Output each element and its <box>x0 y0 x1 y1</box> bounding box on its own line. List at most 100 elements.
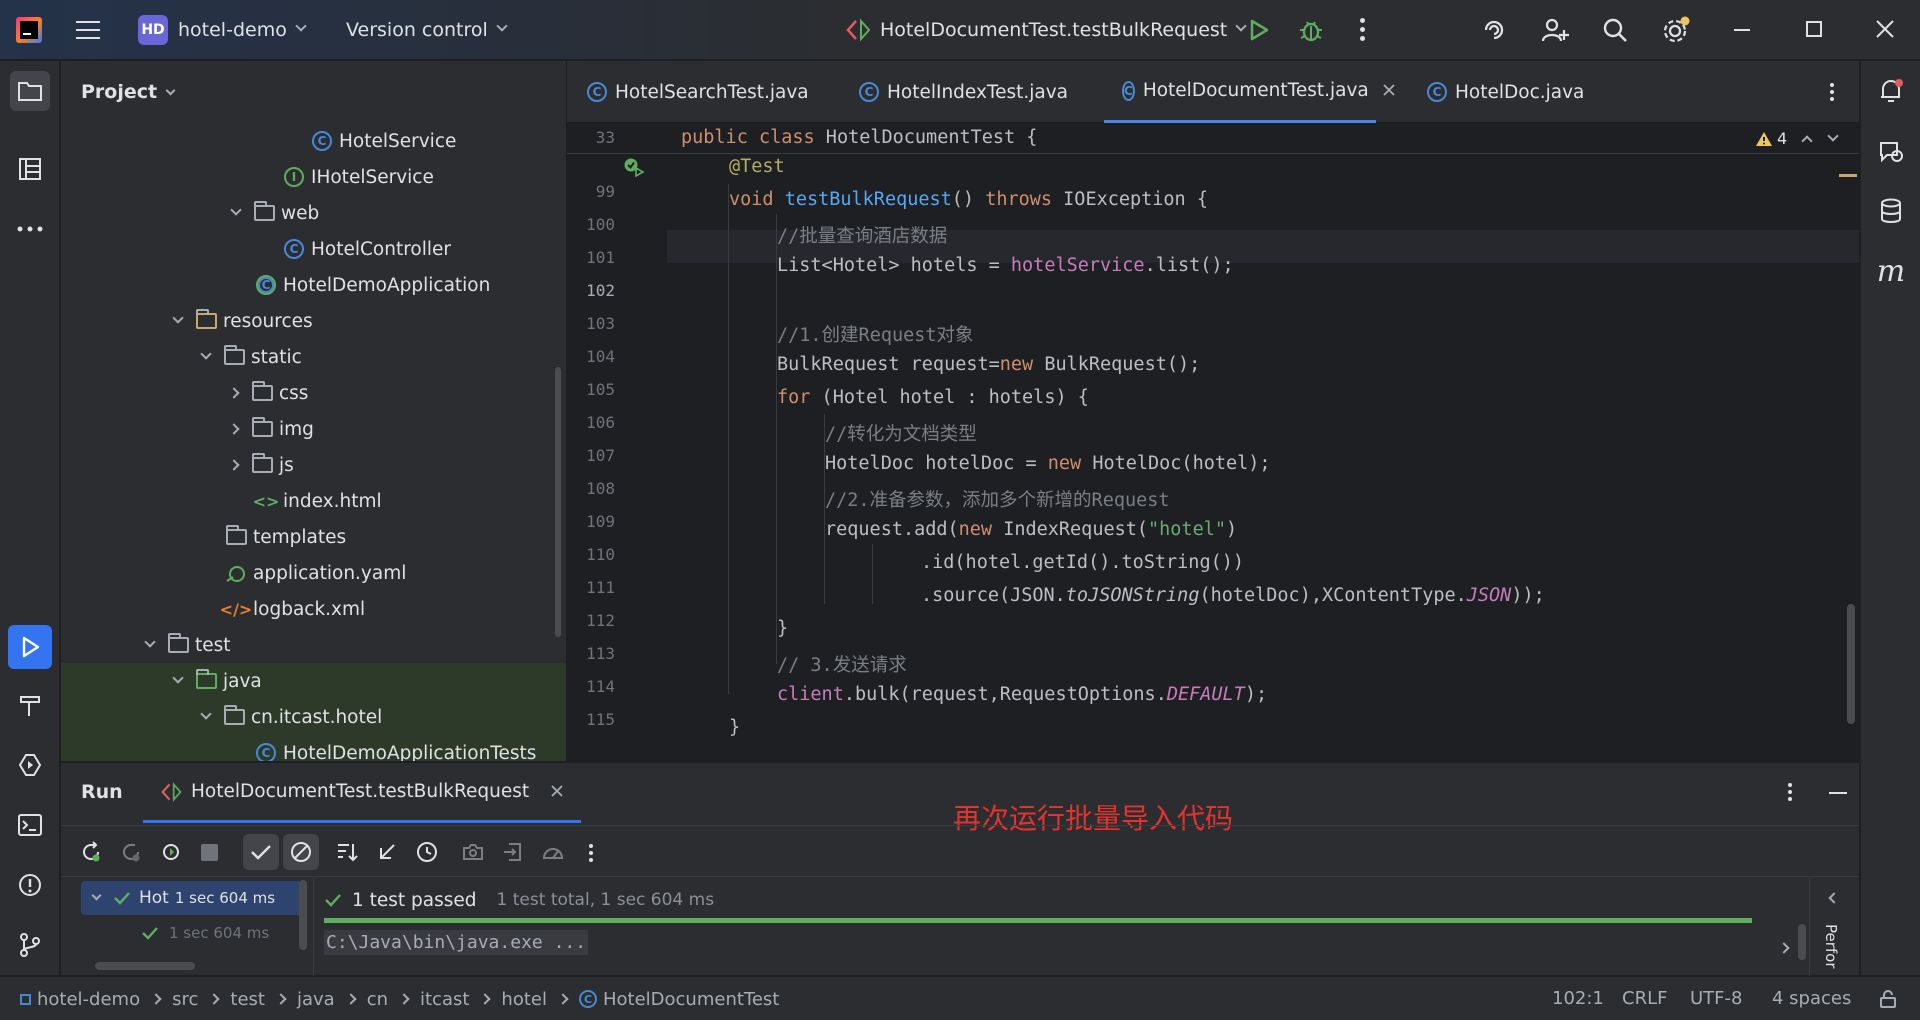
build-hammer-icon[interactable] <box>10 685 50 725</box>
main-menu-icon[interactable] <box>76 19 100 39</box>
show-passed-toggle[interactable] <box>243 834 279 870</box>
tree-item[interactable]: I IHotelService <box>283 159 434 195</box>
breadcrumb-item[interactable]: hotel-demo <box>37 989 140 1010</box>
structure-icon[interactable] <box>10 149 50 189</box>
tree-item[interactable]: img <box>223 411 314 447</box>
settings-gear-icon[interactable] <box>1660 16 1690 51</box>
tree-item[interactable]: test <box>139 627 231 663</box>
import-tests-icon[interactable] <box>375 840 399 869</box>
chevron-down-icon[interactable] <box>1827 129 1839 142</box>
tab-hotel-search-test[interactable]: C HotelSearchTest.java <box>587 61 809 123</box>
tree-item[interactable]: application.yaml <box>225 555 406 591</box>
breadcrumb-item[interactable]: HotelDocumentTest <box>603 989 779 1010</box>
sort-icon[interactable] <box>335 840 359 869</box>
history-clock-icon[interactable] <box>415 840 439 869</box>
maven-icon[interactable]: m <box>1871 251 1911 291</box>
terminal-icon[interactable] <box>10 805 50 845</box>
test-passed-gutter-icon[interactable] <box>623 156 645 183</box>
ai-chat-icon[interactable] <box>1871 131 1911 171</box>
run-tab[interactable]: HotelDocumentTest.testBulkRequest <box>143 763 582 823</box>
services-icon[interactable] <box>10 745 50 785</box>
chevron-down-icon[interactable] <box>139 636 161 649</box>
breadcrumb-item[interactable]: hotel <box>501 989 547 1010</box>
version-control-menu[interactable]: Version control <box>346 15 508 45</box>
debug-icon[interactable] <box>1298 16 1324 49</box>
run-icon[interactable] <box>1248 18 1270 47</box>
tree-item[interactable]: js <box>223 447 294 483</box>
tree-item[interactable]: cn.itcast.hotel <box>61 699 566 735</box>
chevron-down-icon[interactable] <box>195 708 217 721</box>
test-tree-scrollbar[interactable] <box>299 880 307 950</box>
chevron-right-icon[interactable] <box>223 387 245 399</box>
breadcrumb-item[interactable]: itcast <box>420 989 469 1010</box>
chevron-down-icon[interactable] <box>167 672 189 685</box>
tab-hotel-index-test[interactable]: C HotelIndexTest.java <box>859 61 1068 123</box>
ai-assistant-icon[interactable] <box>1480 16 1508 49</box>
chevron-left-icon[interactable] <box>1828 892 1840 904</box>
minimize-panel-icon[interactable] <box>1829 792 1847 794</box>
lock-icon[interactable] <box>1878 989 1898 1014</box>
restore-window-icon[interactable] <box>1806 21 1822 37</box>
show-ignored-toggle[interactable] <box>283 834 319 870</box>
tree-item[interactable]: static <box>195 339 302 375</box>
performance-tab-label[interactable]: Perfor <box>1822 924 1840 969</box>
project-switcher[interactable]: HD hotel-demo <box>138 15 307 45</box>
file-encoding[interactable]: UTF-8 <box>1690 988 1742 1009</box>
console-line[interactable]: C:\Java\bin\java.exe ... <box>324 930 589 955</box>
project-scrollbar[interactable] <box>555 367 561 637</box>
tree-item[interactable]: resources <box>167 303 313 339</box>
chevron-down-icon[interactable] <box>167 312 189 325</box>
more-tools-icon[interactable] <box>10 209 50 249</box>
breadcrumb-item[interactable]: src <box>172 989 198 1010</box>
cursor-position[interactable]: 102:1 <box>1552 988 1604 1009</box>
tree-item[interactable]: C HotelDemoApplicationTests <box>61 735 566 761</box>
test-tree-hscrollbar[interactable] <box>95 962 195 970</box>
chevron-right-icon[interactable] <box>223 423 245 435</box>
tab-hotel-doc[interactable]: C HotelDoc.java <box>1427 61 1584 123</box>
run-tool-icon[interactable] <box>8 625 52 669</box>
console-output[interactable]: C:\Java\bin\java.exe ... <box>324 928 1744 976</box>
tree-item[interactable]: </> logback.xml <box>220 591 365 627</box>
code-editor[interactable]: 33 public class HotelDocumentTest { 4 98… <box>567 124 1859 760</box>
console-scrollbar[interactable] <box>1798 924 1806 960</box>
camera-icon[interactable] <box>461 840 485 869</box>
search-icon[interactable] <box>1601 16 1629 49</box>
run-configuration-selector[interactable]: HotelDocumentTest.testBulkRequest <box>846 15 1247 45</box>
minimize-window-icon[interactable] <box>1734 29 1750 31</box>
tab-hotel-document-test[interactable]: C HotelDocumentTest.java <box>1104 61 1395 123</box>
rerun-icon[interactable] <box>79 840 103 869</box>
tree-item[interactable]: css <box>223 375 308 411</box>
close-tab-icon[interactable] <box>1383 80 1395 101</box>
notifications-bell-icon[interactable] <box>1871 71 1911 111</box>
breadcrumb-item[interactable]: java <box>297 989 335 1010</box>
tree-item[interactable]: web <box>225 195 319 231</box>
tree-item[interactable]: templates <box>225 519 346 555</box>
close-window-icon[interactable] <box>1874 18 1896 45</box>
close-tab-icon[interactable] <box>551 781 563 802</box>
more-actions-icon[interactable] <box>1360 18 1366 41</box>
tabs-more-icon[interactable] <box>1830 83 1836 101</box>
chevron-down-icon[interactable] <box>195 348 217 361</box>
chevron-right-icon[interactable] <box>223 459 245 471</box>
breadcrumb-item[interactable]: cn <box>367 989 388 1010</box>
line-separator[interactable]: CRLF <box>1622 988 1667 1009</box>
git-branch-icon[interactable] <box>10 925 50 965</box>
run-panel-title[interactable]: Run <box>81 781 123 803</box>
export-icon[interactable] <box>501 840 525 869</box>
project-panel-title[interactable]: Project <box>81 81 176 103</box>
project-folder-icon[interactable] <box>10 71 50 111</box>
chevron-down-icon[interactable] <box>225 204 247 217</box>
rerun-failed-icon[interactable] <box>119 840 143 869</box>
breadcrumb-item[interactable]: test <box>230 989 265 1010</box>
stop-icon[interactable] <box>201 844 218 861</box>
run-panel-more-icon[interactable] <box>1788 783 1794 801</box>
add-user-icon[interactable] <box>1540 16 1570 49</box>
database-icon[interactable] <box>1871 191 1911 231</box>
test-tree-child[interactable]: 1 sec 604 ms <box>141 918 269 948</box>
chevron-down-icon[interactable] <box>85 890 107 902</box>
editor-scrollbar[interactable] <box>1847 604 1855 724</box>
tree-item[interactable]: C HotelDemoApplication <box>255 267 490 303</box>
test-tree-root[interactable]: Hot 1 sec 604 ms <box>81 881 303 915</box>
tree-item[interactable]: C HotelController <box>283 231 451 267</box>
tree-item[interactable]: C HotelService <box>311 123 456 159</box>
